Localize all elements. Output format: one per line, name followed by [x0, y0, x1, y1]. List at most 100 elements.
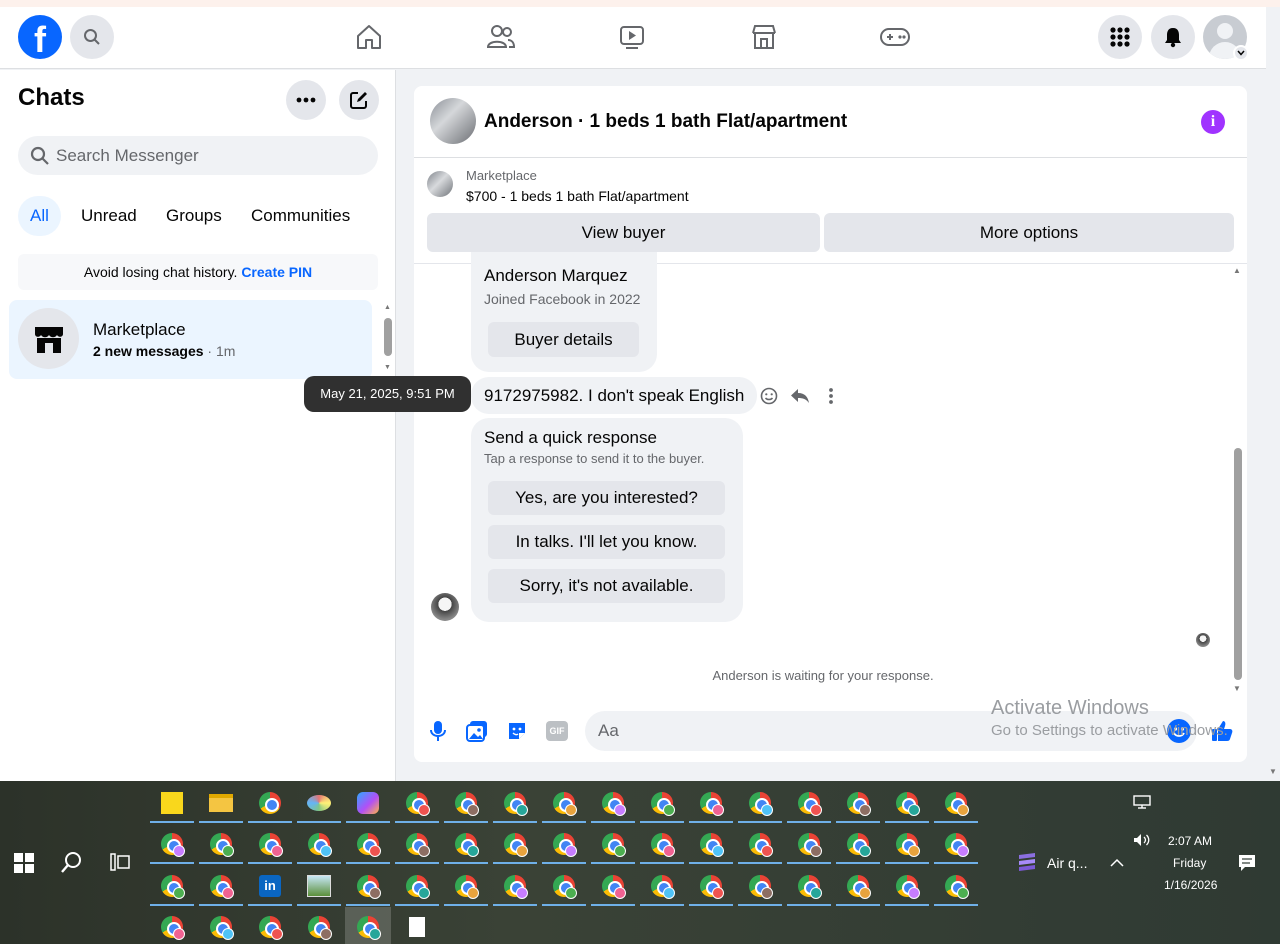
clock-day[interactable]: Friday	[1173, 856, 1206, 870]
chrome-window-button[interactable]	[835, 866, 881, 906]
chrome-window-button[interactable]	[933, 824, 979, 864]
chrome-window-button[interactable]	[590, 866, 636, 906]
chrome-window-button[interactable]	[688, 824, 734, 864]
chrome-window-button[interactable]	[737, 824, 783, 864]
scroll-down-arrow[interactable]: ▼	[384, 364, 391, 371]
chat-list-scrollbar[interactable]: ▲ ▼	[384, 304, 392, 374]
info-icon[interactable]: i	[1201, 110, 1225, 134]
file-explorer-button[interactable]	[198, 783, 244, 823]
chrome-window-button[interactable]	[149, 907, 195, 944]
scrollbar-thumb[interactable]	[384, 318, 392, 356]
scrollbar-thumb[interactable]	[1234, 448, 1242, 680]
buyer-avatar[interactable]	[431, 593, 459, 621]
chrome-window-button[interactable]	[688, 866, 734, 906]
menu-button[interactable]	[1098, 15, 1142, 59]
listing-title[interactable]: $700 - 1 beds 1 bath Flat/apartment	[466, 188, 689, 204]
scroll-down-arrow[interactable]: ▼	[1269, 767, 1277, 776]
chrome-window-button[interactable]	[884, 824, 930, 864]
chrome-window-button[interactable]	[541, 783, 587, 823]
home-tab[interactable]	[349, 19, 389, 55]
chrome-window-button[interactable]	[835, 783, 881, 823]
new-message-button[interactable]	[339, 80, 379, 120]
chat-options-button[interactable]	[286, 80, 326, 120]
chrome-window-button[interactable]	[296, 824, 342, 864]
chrome-window-button[interactable]	[786, 783, 832, 823]
chrome-window-button[interactable]	[590, 824, 636, 864]
more-options-button[interactable]: More options	[824, 213, 1234, 252]
search-button[interactable]	[70, 15, 114, 59]
chrome-window-button[interactable]	[443, 783, 489, 823]
linkedin-button[interactable]: in	[247, 866, 293, 906]
chrome-window-button[interactable]	[737, 783, 783, 823]
chrome-window-button[interactable]	[345, 866, 391, 906]
weather-widget[interactable]	[1016, 851, 1038, 880]
chrome-window-button[interactable]	[835, 824, 881, 864]
marketplace-tab[interactable]	[744, 19, 784, 55]
notification-center-button[interactable]	[1238, 854, 1256, 877]
sticker-button[interactable]	[505, 719, 529, 743]
more-actions-button[interactable]	[819, 384, 843, 408]
chrome-window-button[interactable]	[149, 866, 195, 906]
chrome-window-button[interactable]	[198, 866, 244, 906]
chrome-window-button[interactable]	[933, 866, 979, 906]
chrome-window-button[interactable]	[688, 783, 734, 823]
chrome-window-button[interactable]	[198, 824, 244, 864]
chrome-window-button[interactable]	[492, 866, 538, 906]
gaming-tab[interactable]	[875, 19, 915, 55]
chrome-window-button[interactable]	[639, 866, 685, 906]
gif-button[interactable]: GIF	[545, 719, 569, 743]
buyer-details-button[interactable]: Buyer details	[488, 322, 639, 357]
conversation-scrollbar[interactable]: ▲ ▼	[1233, 266, 1243, 694]
show-hidden-icons[interactable]	[1110, 855, 1124, 873]
quick-response-in-talks[interactable]: In talks. I'll let you know.	[488, 525, 725, 559]
task-view-button[interactable]	[110, 853, 130, 876]
notifications-button[interactable]	[1151, 15, 1195, 59]
friends-tab[interactable]	[481, 19, 521, 55]
scroll-up-arrow[interactable]: ▲	[1233, 266, 1241, 275]
start-button[interactable]	[14, 853, 34, 878]
chrome-window-button[interactable]	[492, 783, 538, 823]
network-icon[interactable]	[1133, 795, 1151, 814]
tab-all[interactable]: All	[18, 196, 61, 236]
page-scrollbar[interactable]: ▼	[1266, 7, 1280, 781]
chrome-window-button[interactable]	[443, 866, 489, 906]
sticky-notes-button[interactable]	[149, 783, 195, 823]
react-button[interactable]	[757, 384, 781, 408]
buyer-message[interactable]: 9172975982. I don't speak English	[471, 377, 758, 414]
tab-communities[interactable]: Communities	[239, 196, 362, 236]
conversation-title[interactable]: Anderson · 1 beds 1 bath Flat/apartment	[484, 111, 847, 133]
weather-label[interactable]: Air q...	[1047, 855, 1087, 871]
image-viewer-button[interactable]	[296, 866, 342, 906]
chrome-window-button[interactable]	[884, 783, 930, 823]
tab-unread[interactable]: Unread	[69, 196, 149, 236]
chrome-window-button[interactable]	[247, 783, 293, 823]
chrome-window-button[interactable]	[247, 907, 293, 944]
listing-avatar[interactable]	[430, 98, 476, 144]
account-menu-chevron[interactable]	[1233, 45, 1249, 61]
chrome-window-button[interactable]	[786, 866, 832, 906]
volume-icon[interactable]	[1133, 833, 1151, 852]
search-messenger[interactable]	[18, 136, 378, 175]
chrome-window-button[interactable]	[639, 824, 685, 864]
chrome-window-button[interactable]	[541, 824, 587, 864]
reply-button[interactable]	[788, 384, 812, 408]
view-buyer-button[interactable]: View buyer	[427, 213, 820, 252]
chrome-window-button[interactable]	[443, 824, 489, 864]
listing-thumbnail[interactable]	[427, 171, 453, 197]
chrome-window-button[interactable]	[345, 907, 391, 944]
create-pin-link[interactable]: Create PIN	[241, 264, 312, 280]
chrome-window-button[interactable]	[394, 866, 440, 906]
scroll-up-arrow[interactable]: ▲	[384, 304, 391, 311]
voice-clip-button[interactable]	[426, 719, 450, 743]
chrome-window-button[interactable]	[737, 866, 783, 906]
taskbar-search-button[interactable]	[61, 851, 83, 878]
tab-groups[interactable]: Groups	[154, 196, 234, 236]
chrome-window-button[interactable]	[247, 824, 293, 864]
chrome-window-button[interactable]	[933, 783, 979, 823]
chrome-window-button[interactable]	[149, 824, 195, 864]
chrome-window-button[interactable]	[590, 783, 636, 823]
document-button[interactable]	[394, 907, 440, 944]
clock-time[interactable]: 2:07 AM	[1168, 834, 1212, 848]
chrome-window-button[interactable]	[394, 783, 440, 823]
chrome-window-button[interactable]	[639, 783, 685, 823]
